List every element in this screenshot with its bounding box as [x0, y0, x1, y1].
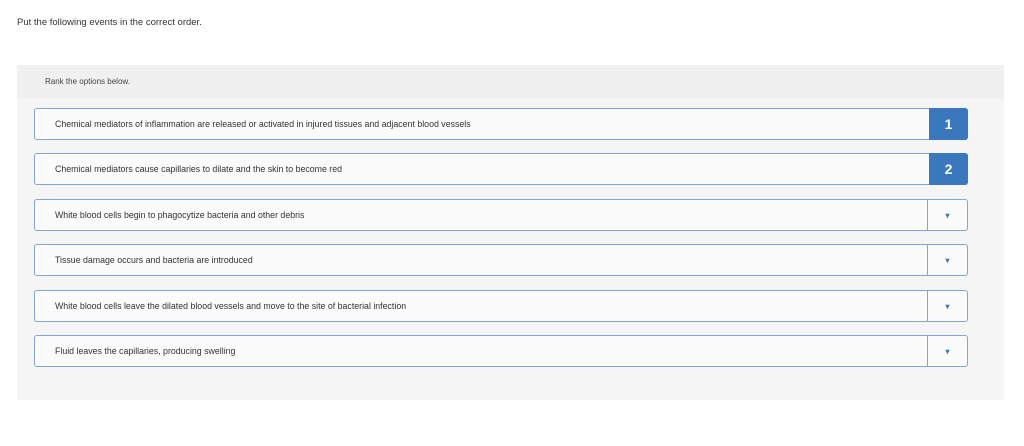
rank-item[interactable]: White blood cells leave the dilated bloo… [34, 290, 968, 322]
panel-header: Rank the options below. [17, 65, 1004, 98]
item-text: Fluid leaves the capillaries, producing … [55, 346, 236, 356]
rank-item[interactable]: Fluid leaves the capillaries, producing … [34, 335, 968, 367]
item-text: Chemical mediators of inflammation are r… [55, 119, 471, 129]
item-text: Tissue damage occurs and bacteria are in… [55, 255, 253, 265]
item-text: White blood cells begin to phagocytize b… [55, 210, 305, 220]
instruction: Rank the options below. [45, 77, 130, 86]
chevron-down-icon[interactable]: ▾ [927, 245, 967, 275]
item-text: White blood cells leave the dilated bloo… [55, 301, 407, 311]
rank-item[interactable]: Tissue damage occurs and bacteria are in… [34, 244, 968, 276]
item-text: Chemical mediators cause capillaries to … [55, 164, 343, 174]
rank-dropdown[interactable]: 2 [929, 153, 968, 185]
question-prompt: Put the following events in the correct … [17, 17, 202, 28]
chevron-down-icon[interactable]: ▾ [927, 291, 967, 321]
chevron-down-icon[interactable]: ▾ [927, 200, 967, 230]
rank-item[interactable]: Chemical mediators of inflammation are r… [34, 108, 968, 140]
rank-item[interactable]: Chemical mediators cause capillaries to … [34, 153, 968, 185]
ranking-panel: Rank the options below. Chemical mediato… [17, 65, 1004, 400]
rank-dropdown[interactable]: 1 [929, 108, 968, 140]
chevron-down-icon[interactable]: ▾ [927, 336, 967, 366]
rank-item[interactable]: White blood cells begin to phagocytize b… [34, 199, 968, 231]
